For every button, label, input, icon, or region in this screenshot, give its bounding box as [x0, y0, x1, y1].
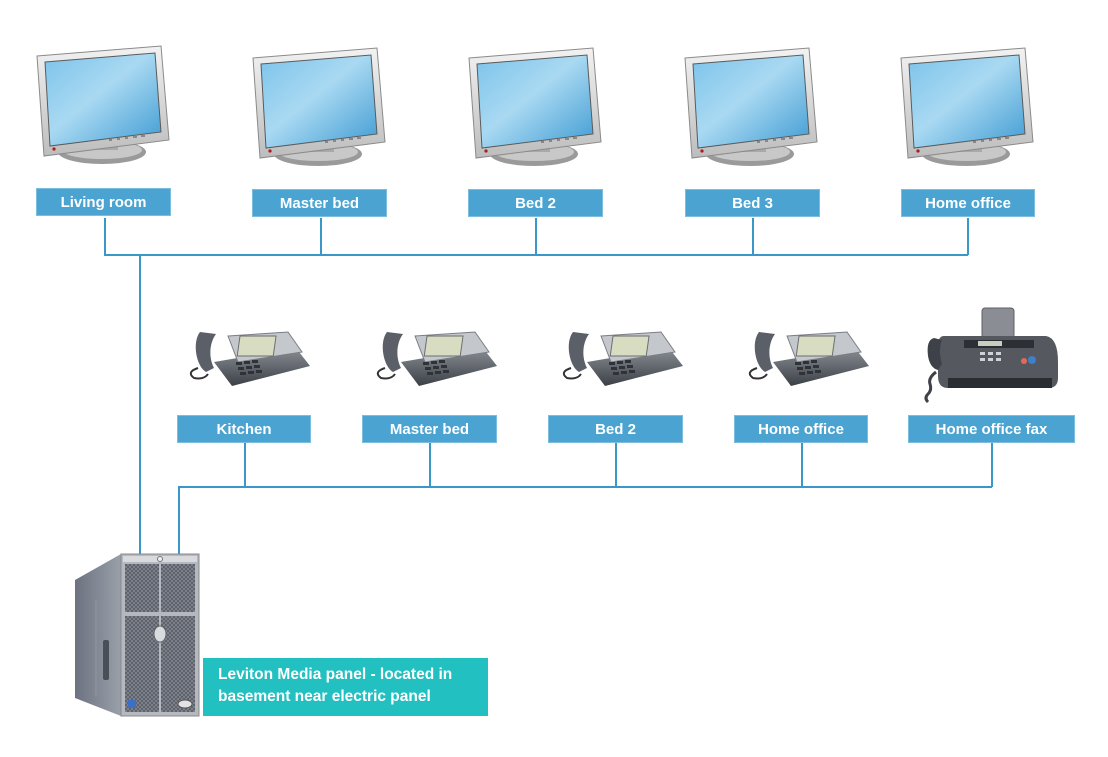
- computer-label-home-office: Home office: [901, 189, 1035, 217]
- drop-line: [104, 218, 106, 255]
- computer-label-living-room: Living room: [36, 188, 171, 216]
- drop-line: [991, 443, 993, 487]
- media-panel-note-line1: Leviton Media panel - located in: [218, 666, 453, 683]
- ip-phone-icon[interactable]: [371, 322, 501, 392]
- drop-line: [535, 218, 537, 255]
- drop-line: [801, 443, 803, 487]
- phone-label-home-office-fax: Home office fax: [908, 415, 1075, 443]
- server-tower-icon[interactable]: [75, 550, 205, 720]
- media-panel-note-line2: basement near electric panel: [218, 688, 431, 705]
- fax-machine-icon[interactable]: [924, 306, 1064, 410]
- phone-label-bed-2: Bed 2: [548, 415, 683, 443]
- computer-label-master-bed: Master bed: [252, 189, 387, 217]
- media-panel-note: Leviton Media panel - located in basemen…: [203, 658, 488, 716]
- monitor-icon[interactable]: [682, 46, 822, 170]
- phone-label-home-office: Home office: [734, 415, 868, 443]
- phone-label-kitchen: Kitchen: [177, 415, 311, 443]
- computer-label-bed-3: Bed 3: [685, 189, 820, 217]
- computer-label-bed-2: Bed 2: [468, 189, 603, 217]
- drop-line: [967, 218, 969, 255]
- drop-line: [320, 218, 322, 255]
- monitor-icon[interactable]: [250, 46, 390, 170]
- drop-line: [244, 443, 246, 487]
- drop-line: [615, 443, 617, 487]
- ip-phone-icon[interactable]: [557, 322, 687, 392]
- monitor-icon[interactable]: [898, 46, 1038, 170]
- phone-label-master-bed: Master bed: [362, 415, 497, 443]
- drop-line: [752, 218, 754, 255]
- phone-bus-line: [178, 486, 992, 488]
- ip-phone-icon[interactable]: [743, 322, 873, 392]
- monitor-icon[interactable]: [466, 46, 606, 170]
- drop-line: [429, 443, 431, 487]
- ip-phone-icon[interactable]: [184, 322, 314, 392]
- phone-trunk-line: [178, 486, 180, 554]
- computer-trunk-line: [139, 254, 141, 554]
- monitor-icon[interactable]: [34, 44, 174, 168]
